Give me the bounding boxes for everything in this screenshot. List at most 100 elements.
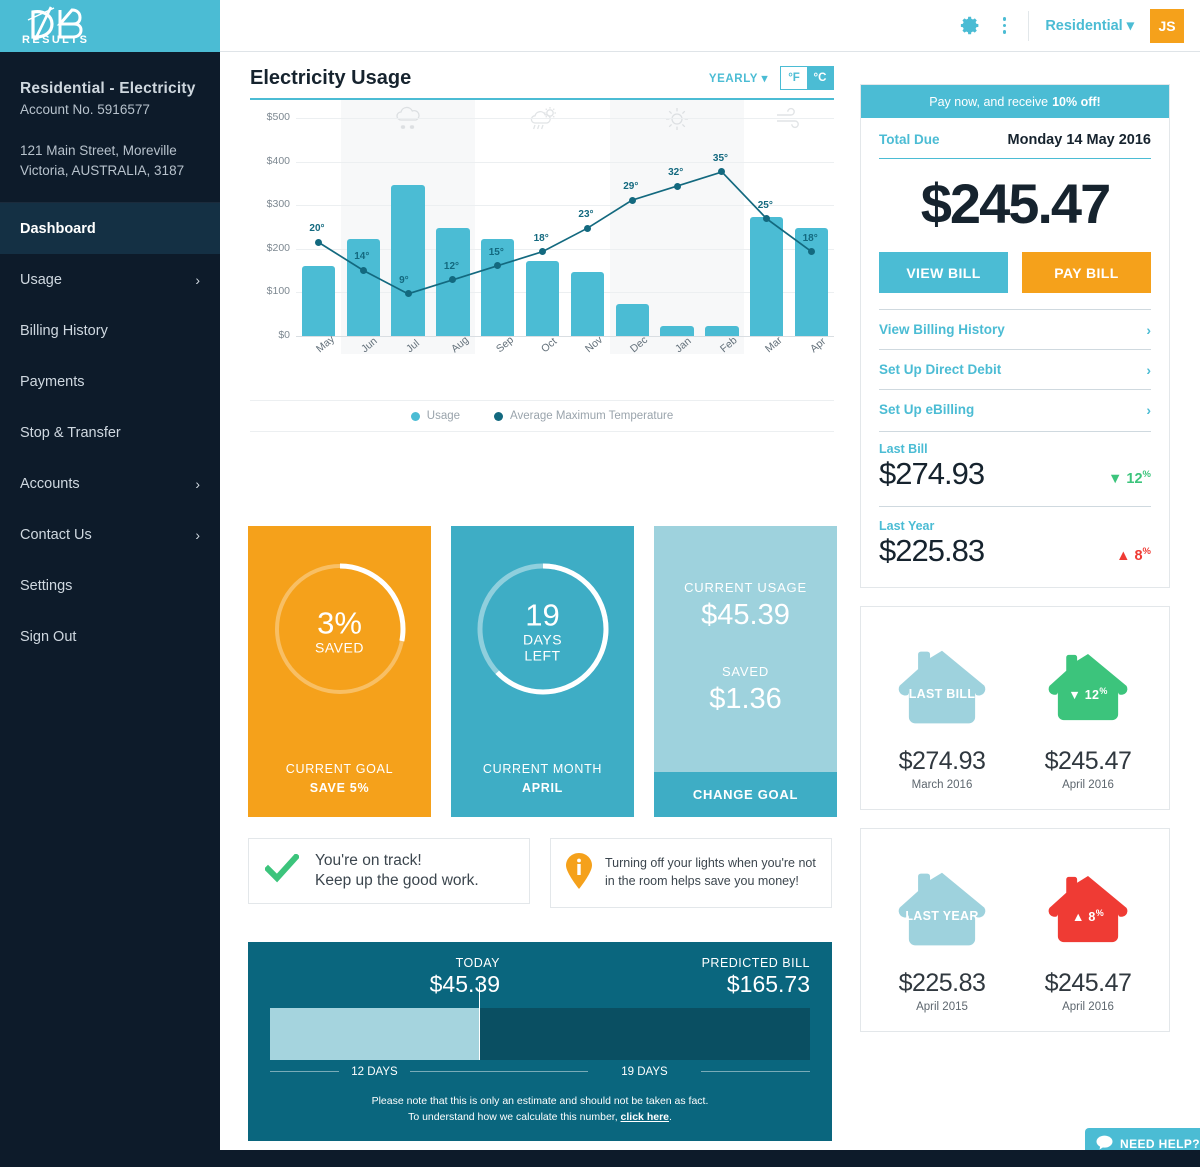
- unit-fahrenheit-button[interactable]: °F: [781, 67, 807, 89]
- temperature-label: 12°: [443, 260, 460, 272]
- comparison-period: April 2016: [1062, 1001, 1114, 1013]
- temperature-point[interactable]: [314, 238, 322, 246]
- usage-bar[interactable]: [705, 326, 739, 336]
- unit-celsius-button[interactable]: °C: [807, 67, 833, 89]
- savings-goal-value: SAVE 5%: [309, 781, 370, 795]
- sidebar-item-settings[interactable]: Settings: [0, 560, 220, 611]
- legend-swatch: [494, 411, 504, 421]
- house-icon: ▼ 12%: [1028, 629, 1148, 745]
- y-axis-tick-label: $200: [266, 241, 290, 254]
- bill-link-set-up-ebilling[interactable]: Set Up eBilling ›: [879, 389, 1151, 429]
- legend-item[interactable]: Usage: [410, 410, 460, 422]
- last-year-delta-value: 8: [1134, 548, 1143, 564]
- days-remaining-label: 19 DAYS: [478, 1060, 811, 1078]
- y-axis-tick-label: $300: [266, 198, 290, 211]
- last-bill-row: $274.93 ▼ 12%: [879, 456, 1151, 492]
- sidebar-item-label: Dashboard: [20, 220, 96, 237]
- usage-bar[interactable]: [794, 228, 829, 336]
- last-year-arrow: ▲: [1116, 548, 1131, 564]
- predicted-bill-bar: [270, 982, 810, 1060]
- savings-percent-label: SAVED: [315, 639, 364, 656]
- legend-swatch: [410, 411, 420, 421]
- last-year-caption: Last Year: [879, 519, 935, 533]
- on-track-message: You're on track! Keep up the good work.: [248, 838, 530, 904]
- usage-saved-label: SAVED: [721, 664, 770, 679]
- usage-bar[interactable]: [750, 217, 784, 336]
- sidebar-item-label: Billing History: [20, 322, 108, 339]
- sidebar-item-accounts[interactable]: Accounts ›: [0, 458, 220, 509]
- bill-link-set-up-direct-debit[interactable]: Set Up Direct Debit ›: [879, 349, 1151, 389]
- three-dots-icon[interactable]: [997, 17, 1013, 34]
- chart-legend: Usage Average Maximum Temperature: [250, 400, 834, 432]
- sidebar-item-label: Contact Us: [20, 526, 92, 543]
- last-bill-delta-unit: %: [1142, 469, 1151, 481]
- usage-bar[interactable]: [525, 261, 560, 336]
- sidebar-item-label: Payments: [20, 373, 85, 390]
- account-switcher[interactable]: Residential ▾: [1045, 18, 1134, 34]
- current-usage-body: CURRENT USAGE $45.39 SAVED $1.36: [654, 526, 837, 716]
- on-track-line-2: Keep up the good work.: [315, 872, 479, 889]
- days-left-label-2: LEFT: [524, 647, 561, 664]
- sun-icon: [663, 106, 691, 137]
- sidebar-item-dashboard[interactable]: Dashboard: [0, 203, 220, 255]
- predicted-bill-note: Please note that this is only an estimat…: [248, 1094, 832, 1126]
- total-due-row: Total Due Monday 14 May 2016: [879, 132, 1151, 148]
- temperature-label: 20°: [309, 223, 325, 235]
- temperature-point[interactable]: [539, 248, 547, 256]
- energy-tip-message: Turning off your lights when you're not …: [550, 838, 832, 908]
- topbar-divider: [1028, 10, 1030, 41]
- temperature-label: 35°: [712, 152, 729, 164]
- period-select[interactable]: YEARLY ▾: [709, 71, 768, 85]
- change-goal-button[interactable]: CHANGE GOAL: [654, 772, 837, 817]
- sidebar-item-payments[interactable]: Payments: [0, 356, 220, 407]
- temperature-point[interactable]: [628, 196, 636, 204]
- elapsed-bar-fill: [270, 1008, 479, 1060]
- avatar[interactable]: JS: [1150, 8, 1184, 43]
- check-icon: [263, 852, 301, 889]
- temperature-point[interactable]: [359, 266, 367, 274]
- usage-bar[interactable]: [301, 266, 335, 336]
- comparison-period: April 2015: [916, 1001, 968, 1013]
- last-bill-caption: Last Bill: [879, 442, 928, 456]
- temperature-label: 25°: [757, 199, 773, 211]
- usage-bar[interactable]: [570, 271, 604, 336]
- pay-bill-button[interactable]: PAY BILL: [1022, 252, 1151, 293]
- days-left-card: 19 DAYS LEFT CURRENT MONTH APRIL: [451, 526, 634, 817]
- legend-item[interactable]: Average Maximum Temperature: [494, 410, 673, 422]
- usage-bar[interactable]: [615, 304, 649, 336]
- days-left-label-1: DAYS: [522, 631, 563, 648]
- chart-controls: YEARLY ▾ °F °C: [709, 66, 834, 90]
- sidebar-item-usage[interactable]: Usage ›: [0, 254, 220, 305]
- chevron-right-icon: ›: [195, 475, 200, 492]
- comparison-left: LAST YEAR $225.83 April 2015: [882, 851, 1002, 1013]
- wind-icon: [775, 106, 803, 137]
- today-caption: TODAY: [455, 956, 500, 970]
- brand-logo[interactable]: RESULTS: [0, 0, 220, 52]
- bill-link-label: View Billing History: [879, 322, 1005, 337]
- bill-summary-card: Pay now, and receive 10% off! Total Due …: [860, 84, 1170, 588]
- view-bill-button[interactable]: VIEW BILL: [879, 252, 1008, 293]
- note-link[interactable]: click here: [621, 1111, 669, 1123]
- predicted-column: PREDICTED BILL $165.73: [500, 956, 810, 1002]
- rain-sun-icon: [529, 106, 557, 137]
- temperature-point[interactable]: [404, 290, 412, 298]
- usage-bar[interactable]: [660, 326, 694, 336]
- sidebar-item-stop-transfer[interactable]: Stop & Transfer: [0, 407, 220, 458]
- chevron-right-icon: ›: [1146, 321, 1151, 338]
- gear-icon[interactable]: [960, 15, 981, 36]
- usage-chart-plot[interactable]: $0 $100 $200 $300 $400 $500 May Jun Jul Aug Sep Oct…: [250, 100, 834, 400]
- usage-bar[interactable]: [391, 184, 425, 336]
- sidebar-item-contact-us[interactable]: Contact Us ›: [0, 509, 220, 560]
- sidebar-item-sign-out[interactable]: Sign Out: [0, 611, 220, 662]
- house-label: ▼ 12%: [1068, 685, 1108, 703]
- goal-cards-row: 3% SAVED CURRENT GOAL SAVE 5% 19 DAYS LE…: [248, 526, 837, 817]
- on-track-text: You're on track! Keep up the good work.: [315, 851, 479, 892]
- energy-tip-line-1: Turning off your lights when you're not: [605, 856, 816, 871]
- temperature-point[interactable]: [673, 182, 681, 190]
- account-name: Residential - Electricity: [20, 80, 196, 97]
- savings-goal-caption: CURRENT GOAL: [285, 762, 394, 776]
- sidebar-item-billing-history[interactable]: Billing History: [0, 305, 220, 356]
- bill-link-view-billing-history[interactable]: View Billing History ›: [879, 309, 1151, 349]
- temperature-point[interactable]: [583, 224, 591, 232]
- address-line-1: 121 Main Street, Moreville: [20, 143, 177, 158]
